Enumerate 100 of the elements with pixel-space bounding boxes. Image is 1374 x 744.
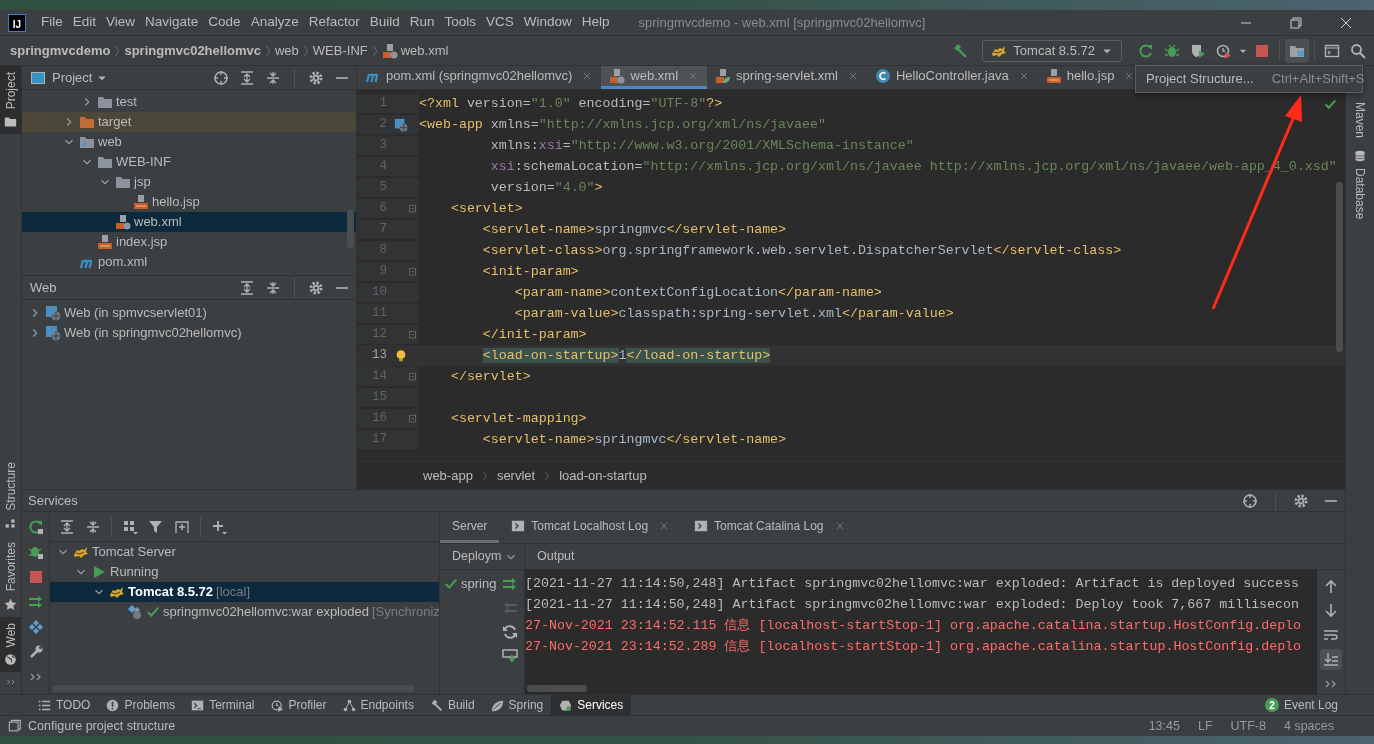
new-tab-icon[interactable]	[174, 518, 190, 535]
refresh-icon[interactable]	[502, 624, 519, 640]
download-icon[interactable]	[502, 648, 519, 664]
tool-window-tab[interactable]: Services	[551, 694, 632, 716]
expand-all-icon[interactable]	[59, 518, 75, 535]
wrap-icon[interactable]	[1323, 627, 1339, 643]
tree-item[interactable]: index.jsp	[22, 232, 356, 252]
tree-item[interactable]: Running	[50, 562, 439, 582]
globe-icon[interactable]	[394, 117, 408, 132]
search-icon	[1350, 42, 1366, 59]
tool-window-tab[interactable]: Structure	[0, 456, 21, 537]
tool-window-tab[interactable]: TODO	[30, 694, 99, 716]
tree-item[interactable]: target	[22, 112, 356, 132]
rerun-icon[interactable]	[27, 519, 44, 535]
tree-item[interactable]: pom.xml	[22, 252, 356, 272]
crosshair-icon[interactable]	[1242, 492, 1258, 509]
bug-icon[interactable]	[27, 544, 44, 560]
deployment-item[interactable]: spring	[440, 574, 497, 594]
status-item[interactable]: 4 spaces	[1283, 716, 1334, 736]
status-item[interactable]: UTF-8	[1230, 716, 1266, 736]
down-arrow-icon[interactable]	[1323, 602, 1339, 619]
tab[interactable]: Tomcat Localhost Log	[499, 512, 683, 543]
settings-icon[interactable]	[1293, 492, 1309, 509]
collapse-all-icon[interactable]	[265, 69, 281, 86]
scrollbar-thumb[interactable]	[527, 685, 587, 692]
tab[interactable]: Tomcat Catalina Log	[682, 512, 858, 543]
event-log-button[interactable]: 2 Event Log	[1264, 696, 1338, 714]
tool-window-tab[interactable]: Favorites	[0, 536, 21, 617]
tree-item[interactable]: web	[22, 132, 356, 152]
run-configuration-dropdown[interactable]: Tomcat 8.5.72	[982, 39, 1122, 62]
menu-item[interactable]: Build	[364, 12, 405, 33]
status-item[interactable]: LF	[1197, 716, 1213, 736]
tree-item[interactable]: test	[22, 92, 356, 112]
restore-icon[interactable]	[1288, 14, 1304, 31]
settings-icon[interactable]	[308, 69, 324, 86]
tree-item[interactable]: WEB-INF	[22, 152, 356, 172]
diamonds-icon[interactable]	[27, 619, 44, 635]
editor-tab[interactable]: HelloController.java	[866, 66, 1038, 89]
breadcrumb-item[interactable]: springmvcdemo	[10, 40, 111, 61]
tool-window-tab[interactable]: Maven	[1346, 96, 1374, 145]
lightbulb-icon[interactable]	[394, 348, 408, 363]
menu-item[interactable]: Navigate	[140, 12, 204, 33]
editor-tab[interactable]: hello.jsp	[1037, 66, 1144, 89]
tree-item[interactable]: web.xml	[22, 212, 356, 232]
filter-icon[interactable]	[148, 518, 164, 535]
tool-window-tab[interactable]: Profiler	[262, 694, 335, 716]
menu-item[interactable]: Help	[576, 12, 615, 33]
tool-window-tab[interactable]: Endpoints	[334, 694, 422, 716]
menu-item[interactable]: Tools	[439, 12, 481, 33]
breadcrumb-item[interactable]: servlet	[496, 465, 536, 486]
up-arrow-icon[interactable]	[1323, 578, 1339, 595]
editor-tab[interactable]: web.xml	[601, 66, 708, 89]
tool-window-tab[interactable]: Database	[1346, 144, 1374, 226]
menu-item[interactable]: VCS	[481, 12, 519, 33]
deploy-icon[interactable]	[27, 594, 44, 610]
tree-item[interactable]: springmvc02hellomvc:war exploded [Synchroniz	[50, 602, 439, 622]
tree-item[interactable]: Web (in spmvcservlet01)	[22, 303, 356, 323]
breadcrumb-item[interactable]: web-app	[423, 465, 473, 486]
tool-window-tab[interactable]: Build	[421, 694, 483, 716]
tree-item[interactable]: Tomcat 8.5.72 [local]	[50, 582, 439, 602]
menu-item[interactable]: File	[36, 12, 68, 33]
expand-all-icon[interactable]	[239, 69, 255, 86]
project-view-dropdown[interactable]: Project	[52, 67, 108, 88]
expand-all-icon[interactable]	[239, 279, 255, 296]
editor-tab[interactable]: pom.xml (springmvc02hellomvc)	[357, 66, 602, 89]
collapse-all-icon[interactable]	[265, 279, 281, 296]
menu-item[interactable]: Run	[404, 12, 440, 33]
menu-item[interactable]: Code	[203, 12, 246, 33]
breadcrumb-item[interactable]: WEB-INF	[312, 40, 368, 61]
project-structure-button[interactable]	[1285, 38, 1309, 63]
tree-item[interactable]: Tomcat Server	[50, 542, 439, 562]
tool-window-tab[interactable]: Spring	[482, 694, 552, 716]
tool-window-tab[interactable]: Web	[0, 616, 21, 672]
menu-item[interactable]: Refactor	[303, 12, 365, 33]
menu-item[interactable]: View	[101, 12, 141, 33]
add-icon[interactable]	[211, 518, 227, 535]
tree-item[interactable]: jsp	[22, 172, 356, 192]
menu-item[interactable]: Analyze	[245, 12, 304, 33]
tool-window-tab[interactable]: Project	[0, 66, 21, 135]
tree-item[interactable]: hello.jsp	[22, 192, 356, 212]
scrollbar-thumb[interactable]	[1336, 182, 1343, 352]
menu-item[interactable]: Window	[518, 12, 577, 33]
menu-item[interactable]: Edit	[67, 12, 102, 33]
breadcrumb-item[interactable]: web	[275, 40, 299, 61]
tree-item[interactable]: Web (in springmvc02hellomvc)	[22, 323, 356, 343]
deployment-dropdown[interactable]: Deploym	[440, 544, 524, 570]
collapse-all-icon[interactable]	[85, 518, 101, 535]
tool-window-tab[interactable]: Terminal	[183, 694, 263, 716]
tool-window-tab[interactable]: Problems	[98, 694, 184, 716]
settings-icon[interactable]	[308, 279, 324, 296]
editor-tab[interactable]: spring-servlet.xml	[707, 66, 867, 89]
group-icon[interactable]	[122, 518, 138, 535]
status-item[interactable]: 13:45	[1148, 716, 1180, 736]
stop-icon[interactable]	[27, 569, 44, 585]
breadcrumb-item[interactable]: springmvc02hellomvc	[124, 40, 261, 61]
breadcrumb-item[interactable]: web.xml	[381, 40, 449, 61]
scroll-to-end-icon[interactable]	[1323, 651, 1339, 668]
crosshair-icon[interactable]	[213, 69, 229, 86]
tab[interactable]: Server	[440, 512, 500, 543]
breadcrumb-item[interactable]: load-on-startup	[559, 465, 647, 486]
